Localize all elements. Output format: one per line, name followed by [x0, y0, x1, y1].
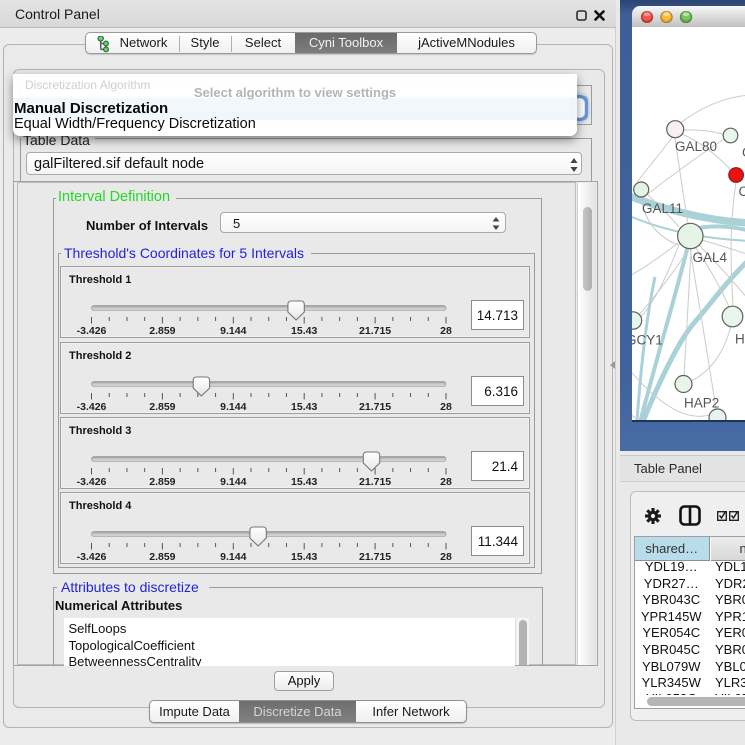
- svg-text:9.144: 9.144: [220, 551, 246, 563]
- svg-text:-3.426: -3.426: [77, 325, 107, 337]
- svg-text:21.715: 21.715: [359, 401, 391, 413]
- svg-text:28: 28: [440, 551, 452, 563]
- svg-text:2.859: 2.859: [149, 325, 175, 337]
- svg-text:2.859: 2.859: [149, 551, 175, 563]
- svg-text:HAP2: HAP2: [684, 396, 719, 411]
- svg-text:21.715: 21.715: [359, 551, 391, 563]
- svg-text:21.715: 21.715: [359, 476, 391, 488]
- svg-text:2.859: 2.859: [149, 401, 175, 413]
- svg-text:28: 28: [440, 476, 452, 488]
- svg-text:2.859: 2.859: [149, 476, 175, 488]
- svg-text:C: C: [739, 184, 745, 199]
- svg-text:9.144: 9.144: [220, 325, 246, 337]
- svg-text:-3.426: -3.426: [77, 401, 107, 413]
- svg-text:GAL80: GAL80: [675, 139, 717, 154]
- svg-text:28: 28: [440, 325, 452, 337]
- svg-text:-3.426: -3.426: [77, 551, 107, 563]
- svg-text:H: H: [735, 332, 745, 347]
- svg-text:GCY1: GCY1: [632, 333, 663, 348]
- svg-text:21.715: 21.715: [359, 325, 391, 337]
- svg-text:GAL4: GAL4: [693, 250, 728, 265]
- svg-text:-3.426: -3.426: [77, 476, 107, 488]
- svg-text:28: 28: [440, 401, 452, 413]
- svg-text:GAL11: GAL11: [642, 201, 683, 216]
- svg-text:15.43: 15.43: [291, 551, 317, 563]
- svg-text:15.43: 15.43: [291, 325, 317, 337]
- svg-text:15.43: 15.43: [291, 476, 317, 488]
- svg-text:9.144: 9.144: [220, 401, 246, 413]
- svg-text:15.43: 15.43: [291, 401, 317, 413]
- svg-text:9.144: 9.144: [220, 476, 246, 488]
